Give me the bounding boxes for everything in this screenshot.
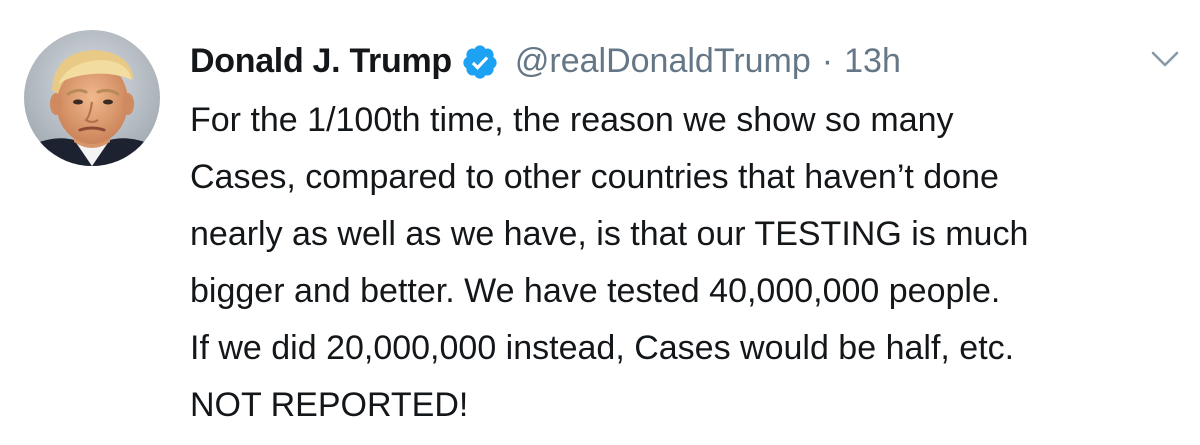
tweet-text-line: nearly as well as we have, is that our T… [190, 215, 1029, 253]
tweet-text-line: If we did 20,000,000 instead, Cases woul… [190, 329, 1015, 367]
tweet-text-line: For the 1/100th time, the reason we show… [190, 101, 954, 139]
tweet-text: For the 1/100th time, the reason we show… [190, 92, 1190, 434]
separator-dot: · [821, 41, 834, 80]
tweet-header: Donald J. Trump @realDonaldTrump · 13h [190, 33, 901, 89]
display-name[interactable]: Donald J. Trump [190, 42, 452, 81]
verified-badge-icon [461, 43, 499, 81]
chevron-down-icon[interactable] [1150, 48, 1180, 70]
avatar[interactable] [24, 30, 160, 166]
profile-photo-icon [24, 30, 160, 166]
timestamp[interactable]: 13h [844, 42, 901, 81]
tweet-text-line: Cases, compared to other countries that … [190, 158, 999, 196]
tweet-text-line: bigger and better. We have tested 40,000… [190, 272, 1001, 310]
user-handle[interactable]: @realDonaldTrump [515, 42, 811, 81]
tweet-card[interactable]: Donald J. Trump @realDonaldTrump · 13h F… [0, 0, 1200, 445]
tweet-text-line: NOT REPORTED! [190, 386, 469, 424]
